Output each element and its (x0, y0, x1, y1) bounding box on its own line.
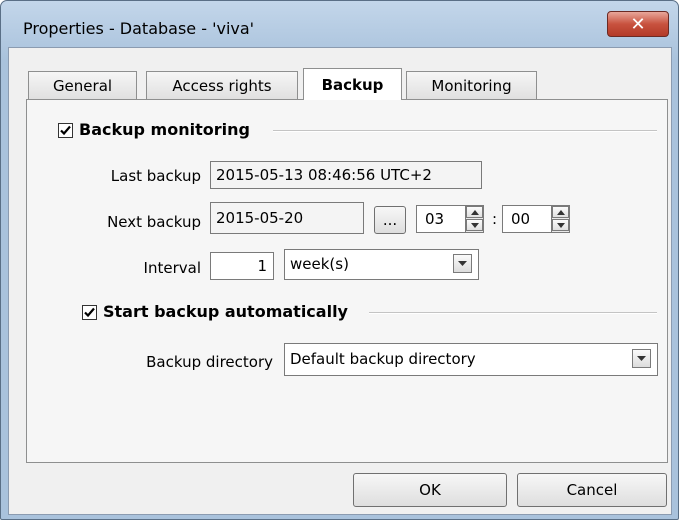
group-divider (369, 312, 657, 314)
close-button[interactable]: ✕ (607, 11, 669, 37)
backup-directory-label: Backup directory (146, 353, 273, 371)
time-separator: : (492, 210, 498, 228)
tab-label: General (52, 76, 113, 95)
minute-value: 00 (511, 210, 531, 228)
start-backup-automatically-checkbox[interactable] (82, 305, 97, 320)
ok-label: OK (419, 481, 441, 499)
hour-down-arrow-icon[interactable] (466, 219, 483, 231)
hour-spinner[interactable]: 03 (416, 205, 484, 233)
date-picker-button[interactable]: ... (374, 206, 406, 234)
tab-monitoring[interactable]: Monitoring (406, 71, 537, 99)
tab-access-rights[interactable]: Access rights (146, 71, 298, 99)
ok-button[interactable]: OK (353, 473, 507, 507)
interval-value: 1 (257, 257, 267, 275)
start-backup-automatically-label: Start backup automatically (103, 302, 348, 321)
tab-label: Access rights (172, 76, 272, 95)
hour-value: 03 (425, 210, 445, 228)
minute-spinner[interactable]: 00 (502, 205, 570, 233)
last-backup-value: 2015-05-13 08:46:56 UTC+2 (216, 166, 432, 184)
interval-unit-value: week(s) (290, 255, 349, 273)
cancel-label: Cancel (566, 481, 618, 499)
cancel-button[interactable]: Cancel (517, 473, 667, 507)
interval-label: Interval (143, 259, 201, 277)
browse-label: ... (382, 211, 398, 229)
tab-label: Backup (321, 75, 384, 94)
tab-label: Monitoring (431, 76, 512, 95)
hour-up-arrow-icon[interactable] (466, 206, 483, 218)
group-divider (273, 130, 657, 132)
last-backup-label: Last backup (110, 167, 201, 185)
minute-spin-buttons[interactable] (551, 206, 569, 232)
backup-monitoring-label: Backup monitoring (79, 120, 250, 139)
tab-general[interactable]: General (28, 71, 137, 99)
minute-down-arrow-icon[interactable] (552, 219, 569, 231)
backup-tab-panel (26, 99, 668, 463)
window-title: Properties - Database - 'viva' (23, 19, 255, 38)
chevron-down-icon[interactable] (632, 349, 651, 368)
last-backup-field: 2015-05-13 08:46:56 UTC+2 (210, 161, 482, 189)
backup-directory-dropdown[interactable]: Default backup directory (284, 343, 658, 376)
properties-dialog: Properties - Database - 'viva' ✕ General… (0, 0, 679, 520)
hour-spin-buttons[interactable] (465, 206, 483, 232)
minute-up-arrow-icon[interactable] (552, 206, 569, 218)
backup-directory-value: Default backup directory (290, 350, 476, 368)
close-icon: ✕ (630, 13, 646, 35)
next-backup-label: Next backup (107, 213, 201, 231)
tab-backup[interactable]: Backup (303, 68, 402, 100)
chevron-down-icon[interactable] (453, 254, 472, 273)
interval-value-field[interactable]: 1 (210, 252, 274, 280)
next-backup-date-field[interactable]: 2015-05-20 (210, 202, 364, 234)
next-backup-date-value: 2015-05-20 (216, 209, 304, 227)
checkmark-icon (84, 307, 95, 318)
backup-monitoring-checkbox[interactable] (58, 123, 73, 138)
checkmark-icon (60, 125, 71, 136)
title-bar[interactable]: Properties - Database - 'viva' ✕ (1, 1, 678, 47)
interval-unit-dropdown[interactable]: week(s) (284, 249, 479, 280)
